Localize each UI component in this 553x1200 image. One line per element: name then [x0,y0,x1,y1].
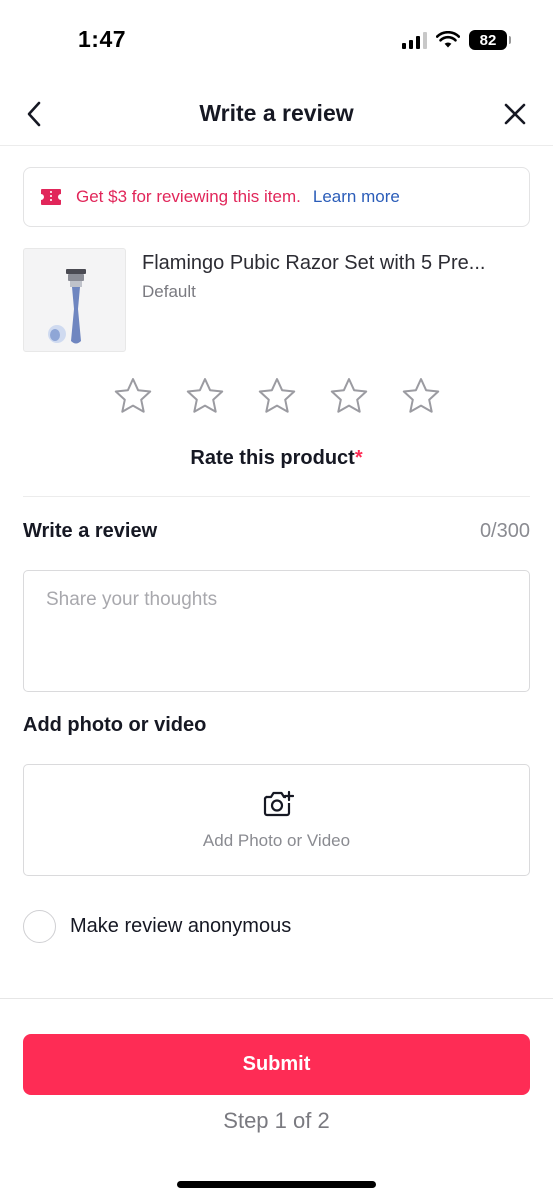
anonymous-label: Make review anonymous [70,915,292,937]
star-1-icon[interactable] [113,376,153,416]
anonymous-option[interactable]: Make review anonymous [23,910,291,943]
promo-text: Get $3 for reviewing this item. [76,187,301,206]
star-rating [0,376,553,416]
camera-add-icon [263,790,294,817]
section-divider [23,496,530,497]
anonymous-radio[interactable] [23,910,56,943]
status-icons: 82 [402,30,511,50]
coupon-icon [40,187,64,207]
nav-bar: Write a review [0,82,553,146]
rate-product-label: Rate this product* [0,447,553,470]
required-mark: * [354,447,363,469]
review-reward-banner: Get $3 for reviewing this item. Learn mo… [23,167,530,227]
add-media-button[interactable]: Add Photo or Video [23,764,530,876]
home-indicator [177,1181,376,1188]
product-summary: Flamingo Pubic Razor Set with 5 Pre... D… [23,248,530,352]
wifi-icon [436,31,460,48]
footer-divider [0,998,553,999]
status-time: 1:47 [78,26,127,52]
battery-icon: 82 [469,30,511,50]
star-4-icon[interactable] [329,376,369,416]
status-bar: 1:47 82 [0,0,553,80]
product-variant: Default [142,282,196,301]
review-char-count: 0/300 [479,520,530,542]
rate-product-text: Rate this product [190,447,355,469]
cellular-signal-icon [402,31,427,49]
submit-button[interactable]: Submit [23,1034,530,1095]
review-header: Write a review 0/300 [23,520,530,543]
product-name: Flamingo Pubic Razor Set with 5 Pre... [142,252,486,274]
add-media-label: Add Photo or Video [202,831,351,850]
star-3-icon[interactable] [257,376,297,416]
close-button[interactable] [499,98,531,130]
review-textarea[interactable] [23,570,530,692]
star-5-icon[interactable] [401,376,441,416]
close-icon [504,103,526,125]
page-title: Write a review [199,100,354,126]
product-image [23,248,126,352]
review-section-title: Write a review [23,520,158,542]
star-2-icon[interactable] [185,376,225,416]
learn-more-link[interactable]: Learn more [313,187,400,207]
media-section-title: Add photo or video [23,714,207,736]
step-indicator: Step 1 of 2 [223,1108,330,1133]
